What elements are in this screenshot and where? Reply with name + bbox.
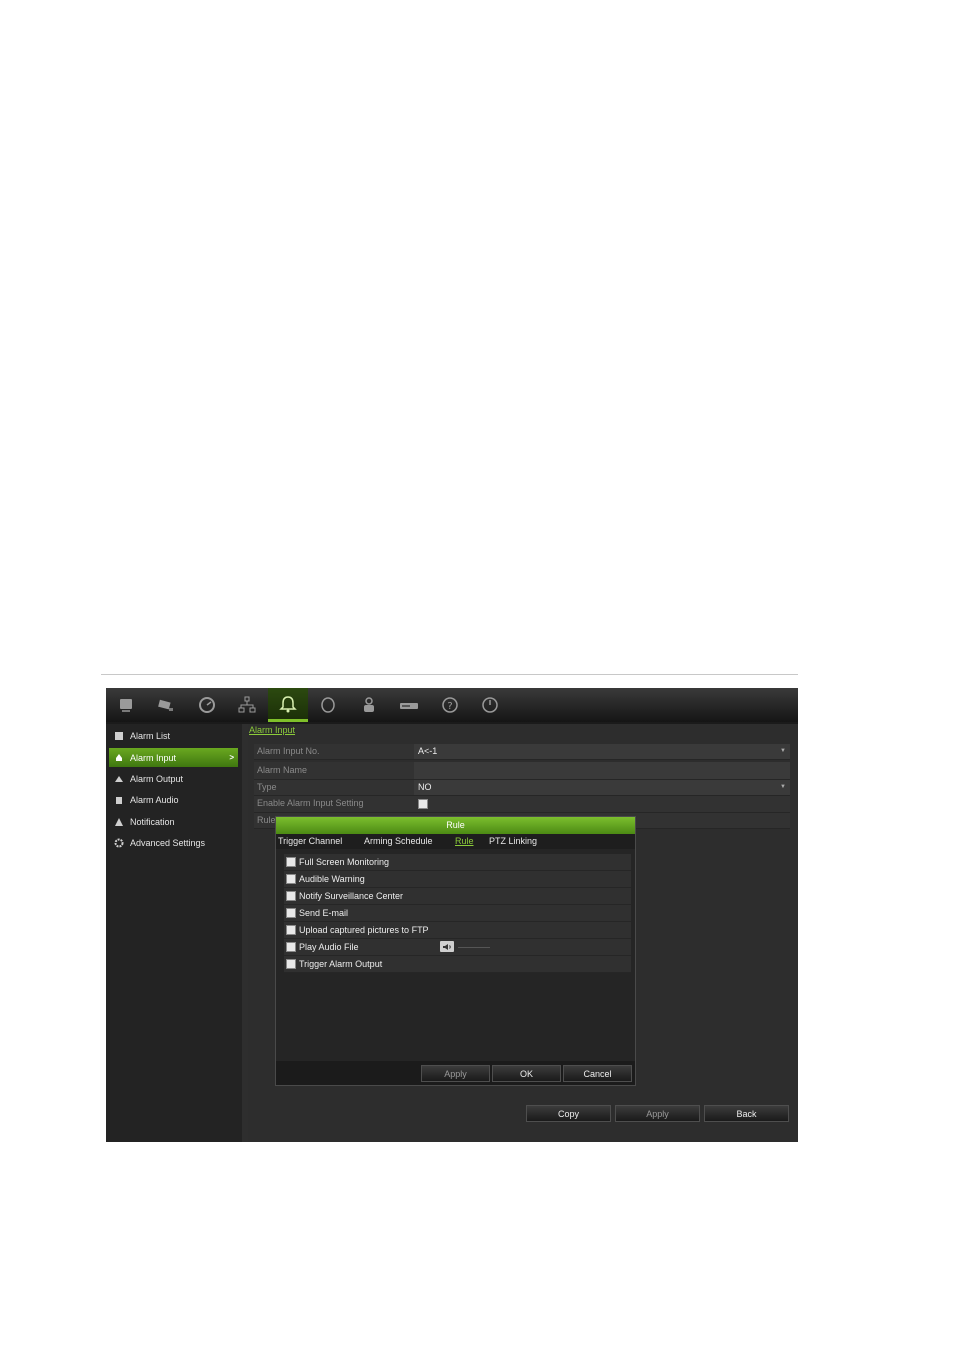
option-checkbox[interactable] [286,857,296,867]
type-value: NO [418,782,432,792]
alarm-audio-icon [114,795,124,805]
sidebar-item-alarm-output[interactable]: Alarm Output [109,769,238,788]
alarm-input-no-row: Alarm Input No. A<-1 ▼ [254,744,790,760]
chevron-down-icon: ▼ [780,784,786,790]
breadcrumb[interactable]: Alarm Input [249,725,295,735]
sidebar-item-label: Advanced Settings [130,837,206,848]
sidebar-item-label: Alarm Output [130,773,184,784]
monitor-icon[interactable] [106,688,146,722]
speaker-icon[interactable] [440,941,454,952]
dialog-cancel-button[interactable]: Cancel [563,1065,632,1082]
back-button[interactable]: Back [704,1105,789,1122]
option-label: Notify Surveillance Center [299,891,404,901]
option-checkbox[interactable] [286,908,296,918]
rule-dialog: Rule Trigger Channel Arming Schedule Rul… [275,816,636,1086]
help-icon[interactable]: ? [430,688,470,722]
option-audible-warning[interactable]: Audible Warning [284,871,631,888]
tab-rule[interactable]: Rule [455,836,474,846]
alarm-output-icon [114,774,124,784]
dialog-apply-button[interactable]: Apply [421,1065,490,1082]
sidebar-item-advanced-settings[interactable]: Advanced Settings [109,833,238,852]
apply-button[interactable]: Apply [615,1105,700,1122]
option-notify-surveillance-center[interactable]: Notify Surveillance Center [284,888,631,905]
option-label: Trigger Alarm Output [299,959,383,969]
alarm-input-no-select[interactable]: A<-1 ▼ [414,744,790,759]
bell-icon[interactable] [268,688,308,722]
enable-label: Enable Alarm Input Setting [257,798,364,808]
option-upload-ftp[interactable]: Upload captured pictures to FTP [284,922,631,939]
sidebar-item-label: Alarm List [130,730,171,741]
camera-icon[interactable] [146,688,186,722]
option-label: Audible Warning [299,874,365,884]
dvr-screen: ? Alarm List Alarm Input > Alarm Output … [106,688,798,1142]
sidebar: Alarm List Alarm Input > Alarm Output Al… [106,724,248,1142]
disk-icon[interactable] [308,688,348,722]
top-menu-bar: ? [106,688,798,722]
option-play-audio-file[interactable]: Play Audio File [284,939,631,956]
type-select[interactable]: NO ▼ [414,780,790,795]
volume-slider[interactable] [458,947,490,948]
copy-button[interactable]: Copy [526,1105,611,1122]
page-divider [101,674,798,675]
sidebar-item-alarm-input[interactable]: Alarm Input > [109,748,238,767]
sidebar-item-label: Alarm Audio [130,794,179,805]
option-label: Full Screen Monitoring [299,857,390,867]
clock-icon[interactable] [187,688,227,722]
option-checkbox[interactable] [286,942,296,952]
option-checkbox[interactable] [286,959,296,969]
sidebar-item-label: Alarm Input [130,752,177,763]
notification-icon [114,817,124,827]
sidebar-item-alarm-list[interactable]: Alarm List [109,726,238,745]
option-checkbox[interactable] [286,874,296,884]
alarm-input-no-value: A<-1 [418,746,438,756]
alarm-list-icon [114,731,124,741]
option-send-email[interactable]: Send E-mail [284,905,631,922]
rule-label: Rule [257,815,276,825]
option-checkbox[interactable] [286,925,296,935]
enable-cell [414,796,790,812]
type-row: Type NO ▼ [254,780,790,796]
gear-icon [114,838,124,848]
tab-trigger-channel[interactable]: Trigger Channel [278,836,342,846]
alarm-name-label: Alarm Name [257,765,308,775]
alarm-input-icon [114,753,124,763]
sidebar-item-notification[interactable]: Notification [109,812,238,831]
sidebar-item-alarm-audio[interactable]: Alarm Audio [109,790,238,809]
dialog-title: Rule [276,817,635,834]
option-trigger-alarm-output[interactable]: Trigger Alarm Output [284,956,631,973]
option-label: Send E-mail [299,908,349,918]
chevron-down-icon: ▼ [780,748,786,754]
device-icon[interactable] [389,688,429,722]
option-label: Upload captured pictures to FTP [299,925,429,935]
dialog-tabs: Trigger Channel Arming Schedule Rule PTZ… [276,834,635,849]
power-icon[interactable] [470,688,510,722]
tab-arming-schedule[interactable]: Arming Schedule [364,836,433,846]
network-icon[interactable] [227,688,267,722]
type-label: Type [257,782,277,792]
chevron-right-icon: > [229,753,234,762]
alarm-input-no-label: Alarm Input No. [257,746,320,756]
dialog-ok-button[interactable]: OK [492,1065,561,1082]
option-label: Play Audio File [299,942,359,952]
tab-ptz-linking[interactable]: PTZ Linking [489,836,537,846]
option-full-screen-monitoring[interactable]: Full Screen Monitoring [284,854,631,871]
enable-checkbox[interactable] [418,798,428,809]
user-icon[interactable] [349,688,389,722]
enable-row: Enable Alarm Input Setting [254,796,790,813]
svg-text:?: ? [447,701,452,712]
dialog-footer: Apply OK Cancel [276,1061,635,1085]
alarm-name-input[interactable] [414,762,790,779]
option-checkbox[interactable] [286,891,296,901]
sidebar-item-label: Notification [130,816,175,827]
alarm-name-row: Alarm Name [254,762,790,780]
